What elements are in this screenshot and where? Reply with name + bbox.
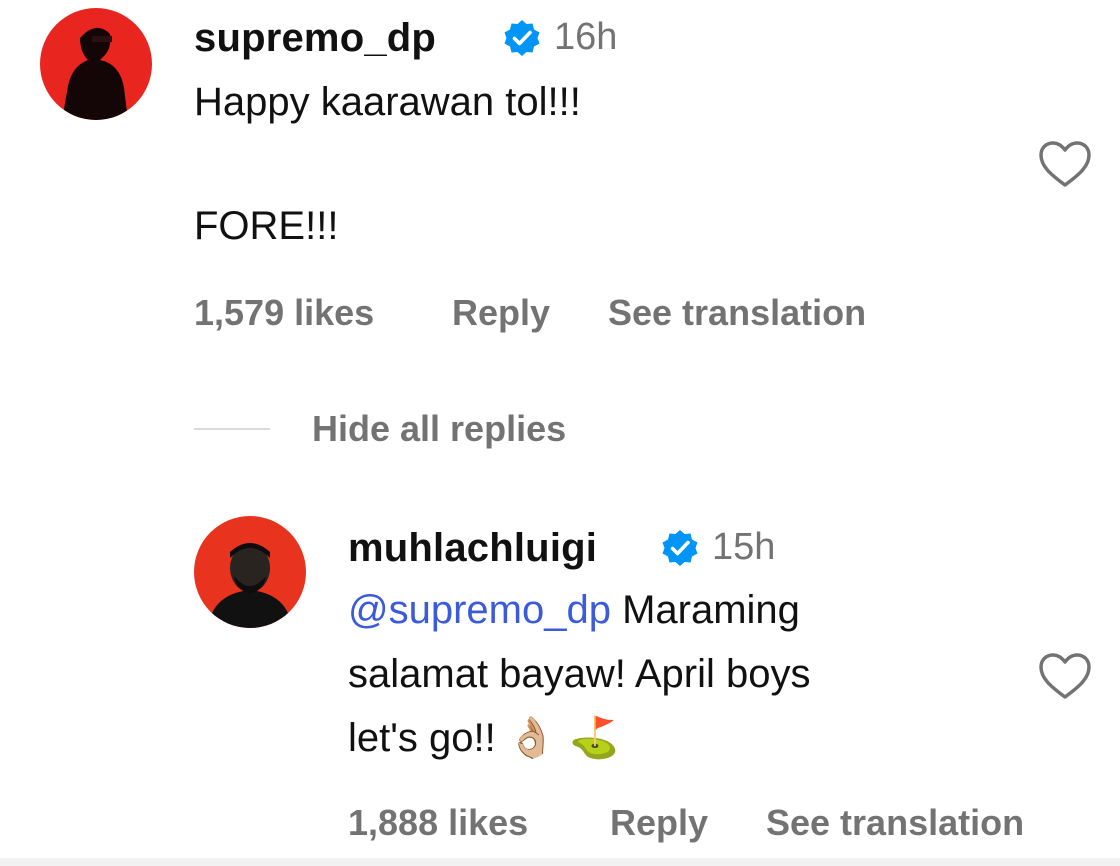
reply-likes[interactable]: 1,888 likes <box>348 802 528 844</box>
reply-text-line3-text: let's go!! <box>348 716 496 760</box>
bottom-divider <box>0 858 1120 866</box>
comment-text-line1: Happy kaarawan tol!!! <box>194 80 581 124</box>
reply-text-rest: Maraming <box>610 588 800 632</box>
reply-see-translation[interactable]: See translation <box>766 802 1024 844</box>
avatar[interactable] <box>40 8 152 120</box>
reply-text-line2: salamat bayaw! April boys <box>348 652 811 696</box>
replies-divider <box>194 428 270 430</box>
comment-likes[interactable]: 1,579 likes <box>194 292 374 334</box>
comment-see-translation[interactable]: See translation <box>608 292 866 334</box>
reply-text-line1: @supremo_dp Maraming <box>348 578 800 642</box>
comment-username[interactable]: supremo_dp <box>194 16 436 61</box>
reply-like-heart-icon[interactable] <box>1038 652 1092 702</box>
comment-text-line2: FORE!!! <box>194 204 339 248</box>
verified-badge-icon <box>504 20 540 56</box>
comment-like-heart-icon[interactable] <box>1038 140 1092 190</box>
reply-text-line3: let's go!! 👌🏼 ⛳ <box>348 706 619 770</box>
comment-time: 16h <box>554 16 618 58</box>
hide-replies-button[interactable]: Hide all replies <box>312 408 566 450</box>
mention-link[interactable]: @supremo_dp <box>348 588 611 632</box>
reply-username[interactable]: muhlachluigi <box>348 526 597 571</box>
reply-reply-button[interactable]: Reply <box>610 802 708 844</box>
reply-emoji: 👌🏼 ⛳ <box>506 715 620 761</box>
comment-reply-button[interactable]: Reply <box>452 292 550 334</box>
reply-time: 15h <box>712 526 776 568</box>
avatar[interactable] <box>194 516 306 628</box>
verified-badge-icon <box>662 530 698 566</box>
